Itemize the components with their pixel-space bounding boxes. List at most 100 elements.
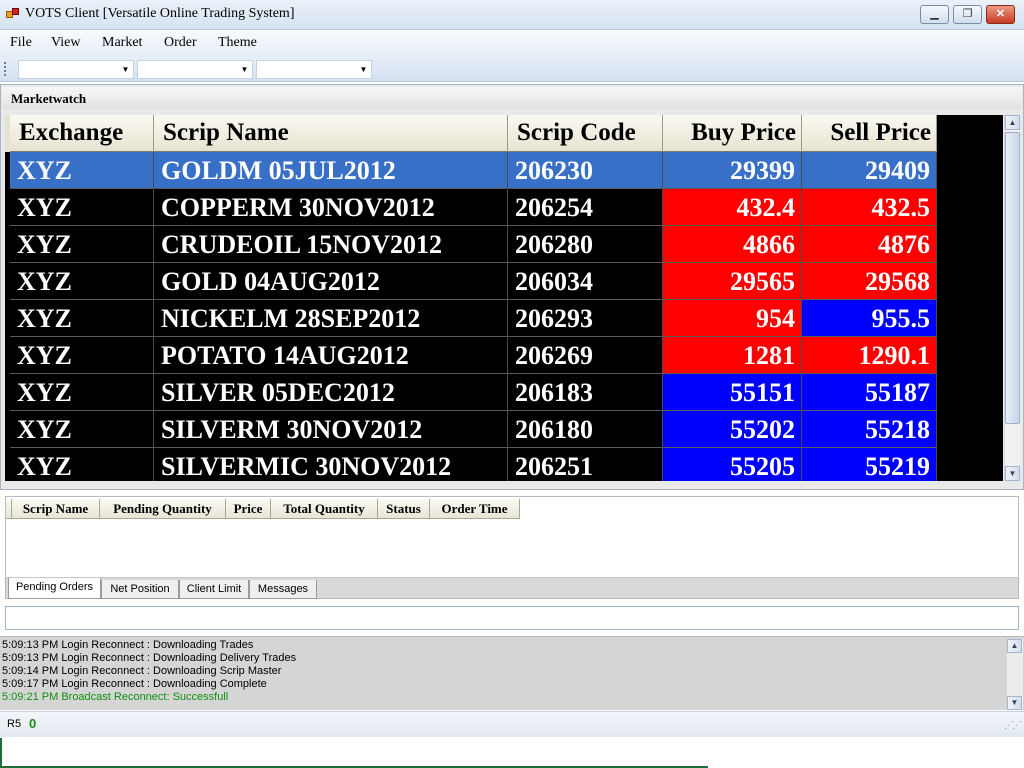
cell-scrip-name[interactable]: SILVERMIC 30NOV2012 (154, 448, 508, 481)
cell-sell-price[interactable]: 55187 (802, 374, 937, 411)
cell-scrip-name[interactable]: COPPERM 30NOV2012 (154, 189, 508, 226)
cell-exchange[interactable]: XYZ (10, 189, 154, 226)
table-row[interactable]: XYZ COPPERM 30NOV2012 206254 432.4 432.5 (5, 189, 937, 226)
chevron-down-icon[interactable]: ▼ (119, 62, 132, 77)
menu-order[interactable]: Order (164, 35, 197, 51)
menu-market[interactable]: Market (102, 35, 142, 51)
table-row[interactable]: XYZ CRUDEOIL 15NOV2012 206280 4866 4876 (5, 226, 937, 263)
chevron-down-icon[interactable]: ▼ (238, 62, 251, 77)
cell-buy-price[interactable]: 954 (663, 300, 802, 337)
cell-buy-price[interactable]: 29565 (663, 263, 802, 300)
cell-buy-price[interactable]: 55151 (663, 374, 802, 411)
cell-sell-price[interactable]: 29568 (802, 263, 937, 300)
cell-exchange[interactable]: XYZ (10, 226, 154, 263)
table-row[interactable]: XYZ SILVERMIC 30NOV2012 206251 55205 55219 (5, 448, 937, 481)
chevron-down-icon[interactable]: ▼ (357, 62, 370, 77)
column-header-exchange[interactable]: Exchange (10, 115, 154, 152)
cell-scrip-code[interactable]: 206280 (508, 226, 663, 263)
cell-buy-price[interactable]: 55205 (663, 448, 802, 481)
table-row[interactable]: XYZ GOLDM 05JUL2012 206230 29399 29409 (5, 152, 937, 189)
cell-scrip-name[interactable]: SILVER 05DEC2012 (154, 374, 508, 411)
cell-scrip-name[interactable]: SILVERM 30NOV2012 (154, 411, 508, 448)
cell-scrip-code[interactable]: 206251 (508, 448, 663, 481)
orders-col-pending-quantity[interactable]: Pending Quantity (100, 499, 226, 519)
cell-buy-price[interactable]: 29399 (663, 152, 802, 189)
toolbar-grip[interactable] (4, 62, 7, 76)
restore-button[interactable]: ❐ (953, 5, 982, 24)
cell-scrip-code[interactable]: 206230 (508, 152, 663, 189)
cell-buy-price[interactable]: 4866 (663, 226, 802, 263)
cell-scrip-code[interactable]: 206293 (508, 300, 663, 337)
cell-buy-price[interactable]: 432.4 (663, 189, 802, 226)
close-button[interactable]: ✕ (986, 5, 1015, 24)
toolbar-combo-1[interactable]: ▼ (18, 60, 134, 79)
app-icon[interactable] (6, 8, 20, 20)
cell-scrip-name[interactable]: GOLDM 05JUL2012 (154, 152, 508, 189)
orders-col-scrip-name[interactable]: Scrip Name (12, 499, 100, 519)
orders-col-order-time[interactable]: Order Time (430, 499, 520, 519)
scroll-up-icon[interactable]: ▲ (1007, 639, 1022, 653)
column-header-scrip-code[interactable]: Scrip Code (508, 115, 663, 152)
log-scrollbar[interactable]: ▲ ▼ (1007, 639, 1023, 710)
tab-messages[interactable]: Messages (249, 580, 317, 599)
marketwatch-grid[interactable]: Exchange Scrip Name Scrip Code Buy Price… (5, 115, 1003, 481)
cell-sell-price[interactable]: 1290.1 (802, 337, 937, 374)
cell-exchange[interactable]: XYZ (10, 374, 154, 411)
cell-exchange[interactable]: XYZ (10, 263, 154, 300)
tab-net-position[interactable]: Net Position (101, 580, 179, 599)
tab-client-limit[interactable]: Client Limit (179, 580, 249, 599)
menu-file[interactable]: File (10, 35, 32, 51)
cell-exchange[interactable]: XYZ (10, 152, 154, 189)
orders-col-status[interactable]: Status (378, 499, 430, 519)
cell-exchange[interactable]: XYZ (10, 337, 154, 374)
table-row[interactable]: XYZ SILVER 05DEC2012 206183 55151 55187 (5, 374, 937, 411)
cell-scrip-code[interactable]: 206180 (508, 411, 663, 448)
log-line: 5:09:13 PM Login Reconnect : Downloading… (2, 639, 254, 651)
cell-scrip-code[interactable]: 206254 (508, 189, 663, 226)
status-bar: R5 0 ⋰⋰ (0, 711, 1024, 737)
table-row[interactable]: XYZ POTATO 14AUG2012 206269 1281 1290.1 (5, 337, 937, 374)
cell-sell-price[interactable]: 4876 (802, 226, 937, 263)
column-header-buy-price[interactable]: Buy Price (663, 115, 802, 152)
cell-scrip-name[interactable]: CRUDEOIL 15NOV2012 (154, 226, 508, 263)
cell-sell-price[interactable]: 29409 (802, 152, 937, 189)
menu-theme[interactable]: Theme (218, 35, 257, 51)
tab-pending-orders[interactable]: Pending Orders (8, 578, 101, 599)
cell-exchange[interactable]: XYZ (10, 448, 154, 481)
column-header-sell-price[interactable]: Sell Price (802, 115, 937, 152)
grid-scrollbar[interactable]: ▲ ▼ (1004, 115, 1020, 481)
log-line: 5:09:14 PM Login Reconnect : Downloading… (2, 665, 282, 677)
toolbar-combo-2[interactable]: ▼ (137, 60, 253, 79)
cell-sell-price[interactable]: 432.5 (802, 189, 937, 226)
log-panel[interactable]: 5:09:13 PM Login Reconnect : Downloading… (0, 636, 1024, 710)
message-bar[interactable] (5, 606, 1019, 630)
cell-scrip-code[interactable]: 206269 (508, 337, 663, 374)
scroll-down-icon[interactable]: ▼ (1005, 466, 1020, 481)
cell-buy-price[interactable]: 55202 (663, 411, 802, 448)
table-row[interactable]: XYZ SILVERM 30NOV2012 206180 55202 55218 (5, 411, 937, 448)
cell-scrip-name[interactable]: POTATO 14AUG2012 (154, 337, 508, 374)
cell-scrip-name[interactable]: GOLD 04AUG2012 (154, 263, 508, 300)
orders-col-price[interactable]: Price (226, 499, 271, 519)
table-row[interactable]: XYZ NICKELM 28SEP2012 206293 954 955.5 (5, 300, 937, 337)
menu-bar: File View Market Order Theme (0, 31, 1024, 57)
cell-sell-price[interactable]: 55219 (802, 448, 937, 481)
cell-exchange[interactable]: XYZ (10, 300, 154, 337)
table-row[interactable]: XYZ GOLD 04AUG2012 206034 29565 29568 (5, 263, 937, 300)
cell-scrip-code[interactable]: 206034 (508, 263, 663, 300)
menu-view[interactable]: View (51, 35, 80, 51)
cell-scrip-code[interactable]: 206183 (508, 374, 663, 411)
minimize-button[interactable]: ▁ (920, 5, 949, 24)
cell-scrip-name[interactable]: NICKELM 28SEP2012 (154, 300, 508, 337)
column-header-scrip-name[interactable]: Scrip Name (154, 115, 508, 152)
resize-grip-icon[interactable]: ⋰⋰ (1004, 720, 1022, 731)
scroll-down-icon[interactable]: ▼ (1007, 696, 1022, 710)
cell-buy-price[interactable]: 1281 (663, 337, 802, 374)
scroll-up-icon[interactable]: ▲ (1005, 115, 1020, 130)
toolbar-combo-3[interactable]: ▼ (256, 60, 372, 79)
orders-col-total-quantity[interactable]: Total Quantity (271, 499, 378, 519)
cell-exchange[interactable]: XYZ (10, 411, 154, 448)
scroll-thumb[interactable] (1005, 132, 1020, 424)
cell-sell-price[interactable]: 55218 (802, 411, 937, 448)
cell-sell-price[interactable]: 955.5 (802, 300, 937, 337)
